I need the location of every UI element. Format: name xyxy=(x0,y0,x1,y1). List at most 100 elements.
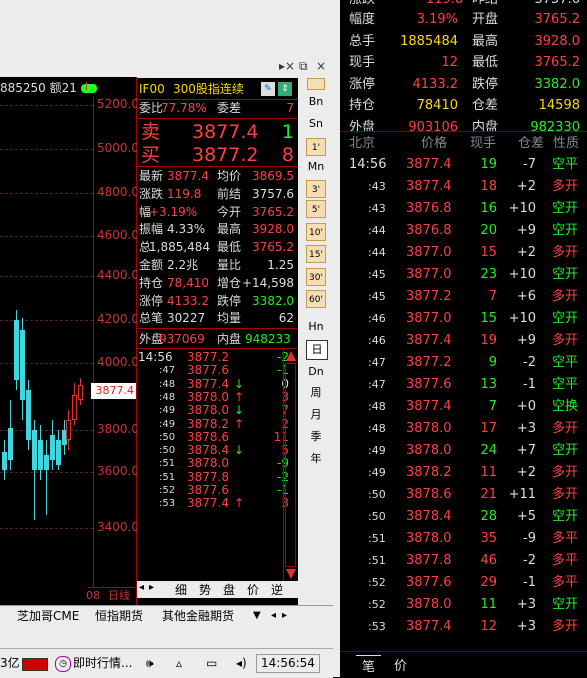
gridline xyxy=(0,430,93,431)
trade-nature: 多平 xyxy=(552,553,579,568)
r-label: 仓差 xyxy=(472,98,499,114)
period-button[interactable]: 周 xyxy=(306,384,326,402)
link-icon[interactable]: ✎ xyxy=(261,82,275,96)
chart-footer-date: 08 xyxy=(86,589,100,602)
tab-scroll-right-icon[interactable]: ▸ xyxy=(282,608,287,624)
news-icon[interactable]: ◷ xyxy=(55,656,71,672)
r-label: 持仓 xyxy=(349,98,376,114)
trade-volume: 15 xyxy=(480,245,497,260)
tick-scrollbar[interactable] xyxy=(283,349,298,581)
volume-icon[interactable]: ◂) xyxy=(236,655,247,672)
period-button[interactable]: 10' xyxy=(306,223,326,241)
r-label: 开盘 xyxy=(472,12,499,27)
close-small-icon[interactable]: × xyxy=(285,56,295,76)
col-price: 价格 xyxy=(421,136,448,151)
trade-row: :47 3877.2 9 -2 空平 xyxy=(340,352,587,374)
quote-tab[interactable]: 盘 xyxy=(223,581,235,598)
trade-volume: 12 xyxy=(480,619,497,634)
period-button[interactable]: Mn xyxy=(306,158,326,176)
trade-oi-change: +2 xyxy=(516,465,536,480)
period-button[interactable]: 月 xyxy=(306,406,326,424)
quote-tab[interactable]: 价 xyxy=(247,581,259,598)
news-ticker[interactable]: 即时行情... xyxy=(73,655,132,672)
trade-row: :43 3877.4 18 +2 多开 xyxy=(340,176,587,198)
trade-oi-change: -1 xyxy=(523,575,536,590)
trade-oi-change: -1 xyxy=(523,377,536,392)
trade-nature: 多平 xyxy=(552,575,579,590)
trade-volume: 15 xyxy=(480,311,497,326)
scroll-track[interactable] xyxy=(285,363,296,567)
stat-value: +3.19% xyxy=(149,204,198,219)
period-button[interactable]: 3' xyxy=(306,180,326,198)
trade-row: :48 3878.0 17 +3 多开 xyxy=(340,418,587,440)
period-button[interactable]: 日 xyxy=(306,340,328,360)
quote-stat-row: 金额 2.2兆 量比 1.25 xyxy=(137,257,298,274)
y-tick-label: 3400.0 xyxy=(97,520,139,534)
outer-value: 937069 xyxy=(159,332,205,346)
period-button[interactable]: Dn xyxy=(306,363,326,381)
r-value: 3928.0 xyxy=(534,33,581,49)
trade-oi-change: +2 xyxy=(516,179,536,194)
tab-scroll-left-icon[interactable]: ◂ xyxy=(271,608,276,624)
period-button[interactable]: 5' xyxy=(306,200,326,218)
tab-by-trade[interactable]: 笔 xyxy=(356,655,382,675)
trade-row: :49 3878.0 24 +7 空开 xyxy=(340,440,587,462)
trade-oi-change: -7 xyxy=(523,157,536,172)
stat-value: 119.8 xyxy=(167,186,202,201)
trade-volume: 19 xyxy=(480,157,497,172)
tab-other-futures[interactable]: 其他金融期货 xyxy=(162,608,234,624)
scroll-down-icon[interactable] xyxy=(286,569,296,579)
r-label: 幅度 xyxy=(349,12,376,27)
candle-down xyxy=(2,452,7,470)
tab-cme[interactable]: 芝加哥CME xyxy=(17,608,79,624)
quote-tab[interactable]: 势 xyxy=(199,581,211,598)
stat-label: 最高 xyxy=(217,222,242,237)
period-button[interactable]: 15' xyxy=(306,245,326,263)
stat-label: 金额 xyxy=(139,258,164,272)
trade-price: 3877.0 xyxy=(406,267,452,282)
trade-time: :47 xyxy=(368,378,386,391)
period-button[interactable]: 60' xyxy=(306,290,326,308)
tab-hsi-futures[interactable]: 恒指期货 xyxy=(95,608,143,624)
trade-time: :46 xyxy=(368,312,386,325)
r-quote-row: 现手 12 最低 3765.2 xyxy=(340,52,587,74)
period-button[interactable]: 季 xyxy=(306,428,326,446)
tab-by-price[interactable]: 价 xyxy=(388,655,413,674)
period-button[interactable]: 30' xyxy=(306,268,326,286)
contract-name: 300股指连续 xyxy=(173,82,244,96)
chart-footer: 08 日线 xyxy=(86,587,135,604)
quote-tab[interactable]: 逆 xyxy=(271,581,283,598)
tabs-prev-icon[interactable]: ◂ xyxy=(139,582,144,593)
trade-price: 3877.4 xyxy=(406,619,452,634)
scroll-up-icon[interactable] xyxy=(286,351,296,361)
restore-icon[interactable]: ⧉ xyxy=(299,56,308,76)
trade-price: 3877.4 xyxy=(406,179,452,194)
period-button[interactable]: Hn xyxy=(306,318,326,336)
period-button[interactable]: Bn xyxy=(306,93,326,111)
trade-row: :45 3877.2 7 +6 多开 xyxy=(340,286,587,308)
col-nature: 性质 xyxy=(553,136,580,151)
quote-bottom-tabs: ◂ ▸ 细势盘价逆 xyxy=(137,581,298,598)
broadcast-icon[interactable]: 🕪 xyxy=(146,655,154,672)
weicha-value: 7 xyxy=(286,101,294,115)
period-button[interactable]: 1' xyxy=(306,138,326,156)
trade-time: :50 xyxy=(368,510,386,523)
trade-price: 3877.6 xyxy=(406,377,452,392)
trade-row: :46 3877.4 19 +9 多开 xyxy=(340,330,587,352)
toolbar-image-icon[interactable] xyxy=(307,78,325,90)
alert-icon[interactable]: ▵ xyxy=(176,655,182,672)
tab-dropdown-icon[interactable]: ▼ xyxy=(253,608,261,624)
trade-volume: 18 xyxy=(480,179,497,194)
quote-tab[interactable]: 细 xyxy=(175,581,187,598)
period-button[interactable]: 年 xyxy=(306,450,326,468)
window-separator[interactable] xyxy=(333,0,340,677)
stat-value: 4133.2 xyxy=(167,293,209,308)
period-button[interactable]: Sn xyxy=(306,115,326,133)
trade-nature: 多开 xyxy=(552,333,579,348)
close-icon[interactable]: × xyxy=(316,56,326,76)
stat-value: +14,598 xyxy=(241,275,294,290)
ticket-icon[interactable]: ▭ xyxy=(206,655,217,672)
switch-icon[interactable]: ⇕ xyxy=(278,82,292,96)
trade-volume: 9 xyxy=(488,355,497,370)
tabs-next-icon[interactable]: ▸ xyxy=(149,582,154,593)
